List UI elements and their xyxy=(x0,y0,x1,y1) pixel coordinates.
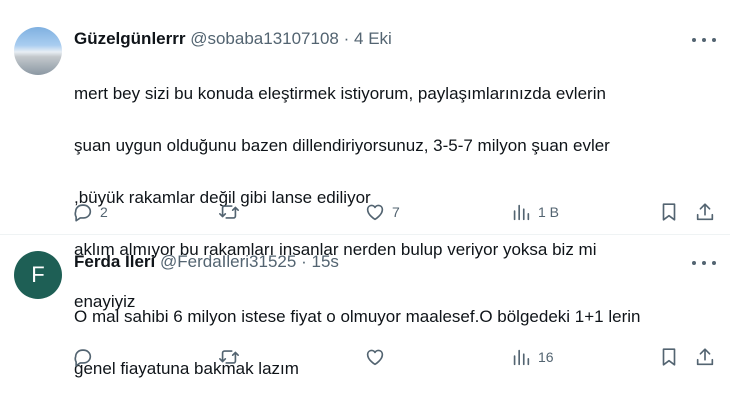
bar-chart-icon xyxy=(513,349,530,366)
timestamp[interactable]: 15s xyxy=(311,252,338,271)
reply-button[interactable] xyxy=(72,342,94,372)
repost-arrows-icon xyxy=(219,205,239,219)
like-button[interactable]: 7 xyxy=(364,197,400,227)
timestamp[interactable]: 4 Eki xyxy=(354,29,392,48)
tweet[interactable]: F Ferda Ileri @FerdaIleri31525 · 15s O m… xyxy=(0,235,730,420)
reply-count: 2 xyxy=(100,204,108,220)
share-upload-icon xyxy=(696,348,714,366)
tweet-header: Güzelgünlerrr @sobaba13107108 · 4 Eki xyxy=(74,29,392,49)
avatar[interactable] xyxy=(14,27,62,75)
views-button[interactable]: 16 xyxy=(510,342,554,372)
bookmark-icon xyxy=(662,203,676,221)
display-name[interactable]: Ferda Ileri xyxy=(74,252,155,271)
share-button[interactable] xyxy=(694,342,716,372)
share-upload-icon xyxy=(696,203,714,221)
views-button[interactable]: 1 B xyxy=(510,197,559,227)
display-name[interactable]: Güzelgünlerrr xyxy=(74,29,185,48)
share-button[interactable] xyxy=(694,197,716,227)
avatar-initial: F xyxy=(31,262,45,287)
tweet[interactable]: Güzelgünlerrr @sobaba13107108 · 4 Eki me… xyxy=(0,0,730,311)
tweet-text-line: mert bey sizi bu konuda eleştirmek istiy… xyxy=(74,84,606,103)
speech-bubble-icon xyxy=(74,349,92,367)
tweet-text-line: O mal sahibi 6 milyon istese fiyat o olm… xyxy=(74,307,641,326)
handle[interactable]: @FerdaIleri31525 xyxy=(160,252,296,271)
separator: · xyxy=(301,252,307,271)
action-bar: 16 xyxy=(62,342,722,372)
reply-button[interactable]: 2 xyxy=(72,197,108,227)
heart-icon xyxy=(366,349,384,366)
view-count: 16 xyxy=(538,349,554,365)
tweet-text-line: şuan uygun olduğunu bazen dillendiriyors… xyxy=(74,136,610,155)
ellipsis-icon xyxy=(692,38,696,42)
handle[interactable]: @sobaba13107108 xyxy=(190,29,339,48)
like-count: 7 xyxy=(392,204,400,220)
bookmark-icon xyxy=(662,348,676,366)
bar-chart-icon xyxy=(513,204,530,221)
tweet-header: Ferda Ileri @FerdaIleri31525 · 15s xyxy=(74,252,339,272)
view-count: 1 B xyxy=(538,204,560,220)
bookmark-button[interactable] xyxy=(658,342,680,372)
action-bar: 2 7 1 B xyxy=(62,197,722,227)
bookmark-button[interactable] xyxy=(658,197,680,227)
avatar[interactable]: F xyxy=(14,251,62,299)
speech-bubble-icon xyxy=(74,204,92,222)
repost-button[interactable] xyxy=(218,197,240,227)
separator: · xyxy=(343,29,350,48)
heart-icon xyxy=(366,204,384,221)
repost-arrows-icon xyxy=(219,350,239,364)
more-options-button[interactable] xyxy=(692,253,716,273)
repost-button[interactable] xyxy=(218,342,240,372)
like-button[interactable] xyxy=(364,342,386,372)
ellipsis-icon xyxy=(692,261,696,265)
more-options-button[interactable] xyxy=(692,30,716,50)
